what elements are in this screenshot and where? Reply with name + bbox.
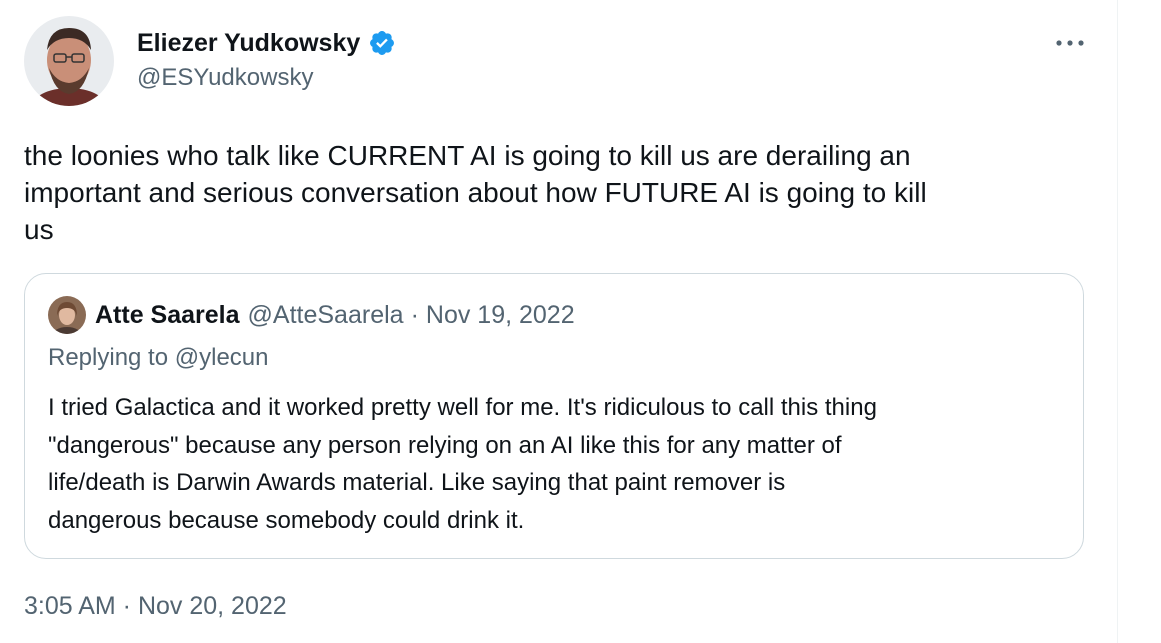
more-options-button[interactable]: [1048, 26, 1092, 60]
column-divider: [1117, 0, 1118, 643]
author-avatar[interactable]: [24, 16, 114, 106]
quoted-separator: ·: [410, 300, 419, 329]
tweet-timestamp[interactable]: 3:05 AM · Nov 20, 2022: [24, 592, 287, 621]
replying-to-prefix: Replying to: [48, 344, 169, 371]
quoted-text-line: I tried Galactica and it worked pretty w…: [48, 394, 877, 421]
more-options-icon: [1056, 40, 1084, 46]
quoted-author-name: Atte Saarela: [95, 300, 240, 329]
author-avatar-image: [24, 16, 114, 106]
quoted-tweet-card[interactable]: Atte Saarela @AtteSaarela · Nov 19, 2022…: [24, 273, 1084, 559]
quoted-text-line: "dangerous" because any person relying o…: [48, 431, 842, 459]
quoted-tweet-text: I tried Galactica and it worked pretty w…: [48, 389, 1068, 539]
tweet-page: Eliezer Yudkowsky @ESYudkowsky the looni…: [0, 0, 1161, 643]
quoted-author-handle: @AtteSaarela: [247, 300, 404, 329]
quoted-tweet-header: Atte Saarela @AtteSaarela · Nov 19, 2022: [48, 296, 575, 334]
tweet-text: the loonies who talk like CURRENT AI is …: [24, 140, 927, 245]
author-handle[interactable]: @ESYudkowsky: [137, 64, 313, 92]
quoted-tweet-date: Nov 19, 2022: [425, 300, 575, 329]
replying-to-line: Replying to @ylecun: [48, 344, 269, 372]
verified-badge-icon: [370, 31, 395, 55]
quoted-author-avatar: [48, 296, 86, 334]
author-name-row: Eliezer Yudkowsky: [137, 26, 396, 60]
replying-to-mention: @ylecun: [174, 344, 269, 371]
author-name[interactable]: Eliezer Yudkowsky: [137, 29, 360, 58]
quoted-text-line: life/death is Darwin Awards material. Li…: [48, 469, 786, 496]
quoted-author-avatar-image: [48, 296, 86, 334]
quoted-text-line: dangerous because somebody could drink i…: [48, 506, 525, 534]
